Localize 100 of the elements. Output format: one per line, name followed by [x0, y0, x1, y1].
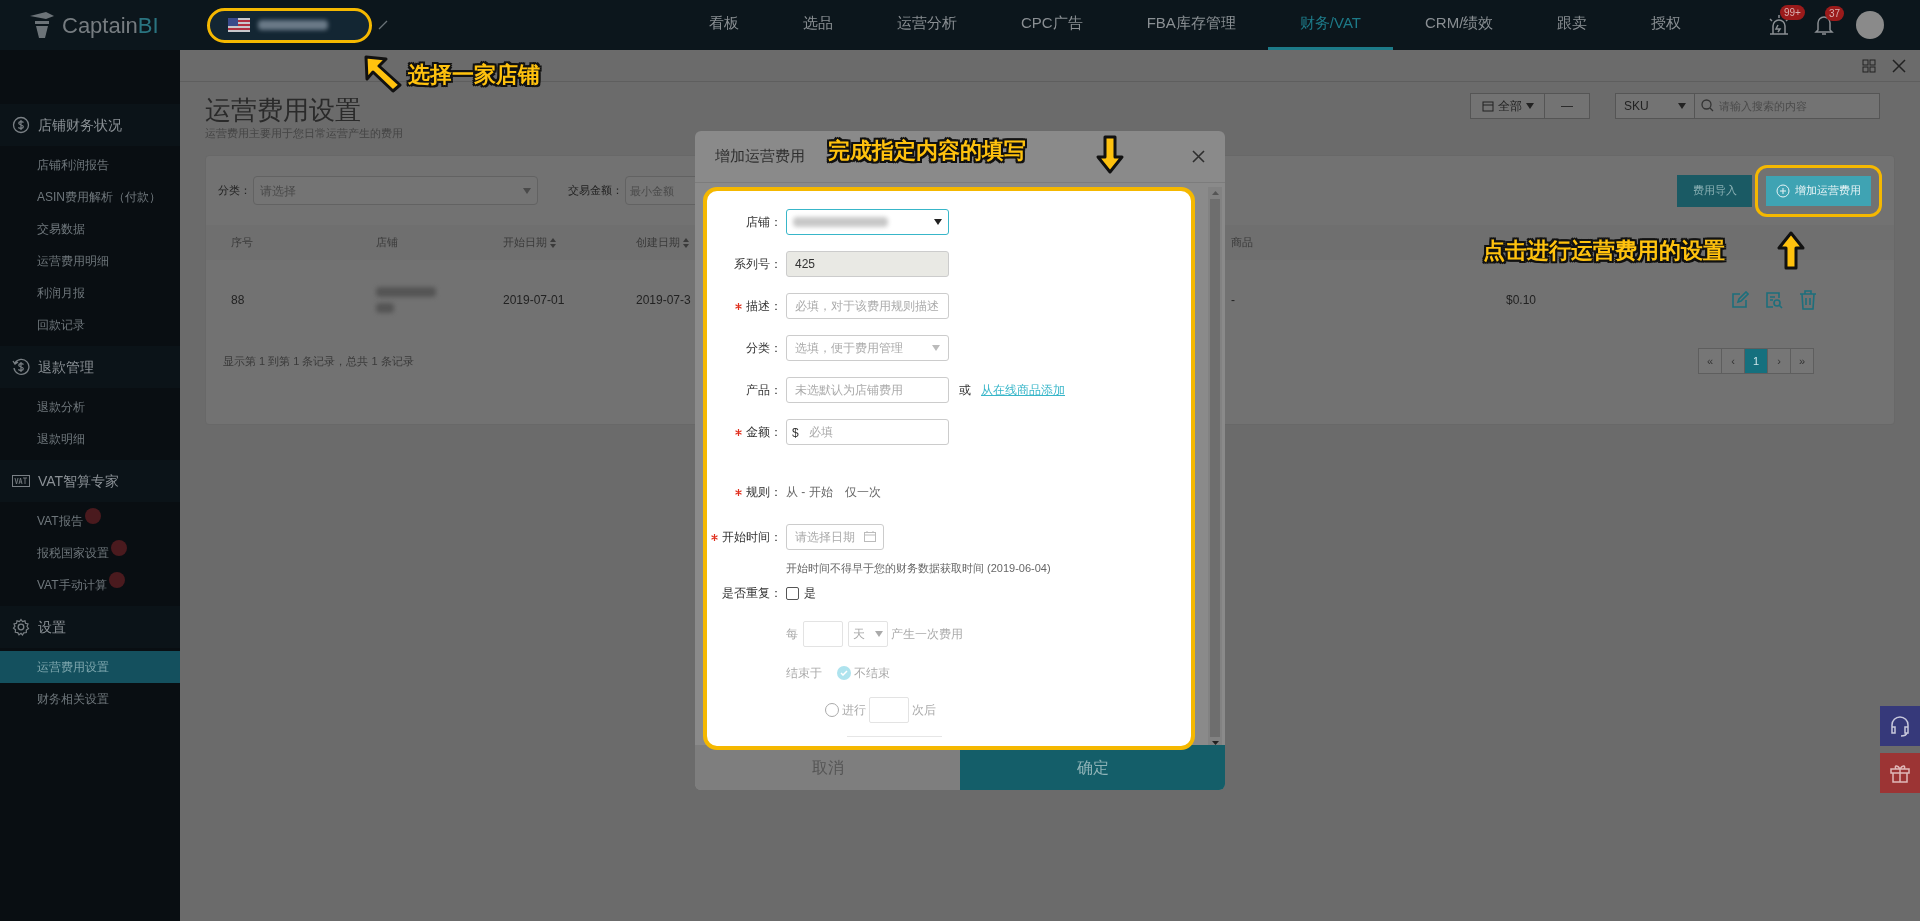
sidebar-item[interactable]: 报税国家设置 — [0, 537, 180, 569]
callout-text: 完成指定内容的填写 — [828, 137, 1026, 165]
sort-icon[interactable] — [550, 237, 556, 248]
repeat-label: 每 — [786, 626, 798, 643]
blurred-text — [376, 287, 436, 297]
unit-select[interactable]: 天 — [848, 621, 888, 647]
product-field[interactable]: 未选默认为店铺费用 — [786, 377, 949, 403]
store-select[interactable] — [786, 209, 949, 235]
pagination-button[interactable]: ‹ — [1721, 348, 1745, 374]
nav-tab[interactable]: 运营分析 — [865, 0, 989, 50]
sidebar-item[interactable]: 运营费用设置 — [0, 651, 180, 683]
chevron-icon[interactable] — [378, 20, 388, 30]
radio-button[interactable] — [837, 665, 851, 680]
sidebar-section-title[interactable]: 退款管理 — [38, 356, 94, 378]
sidebar-item[interactable]: 运营费用明细 — [0, 245, 180, 277]
store-selector[interactable] — [207, 7, 372, 43]
sidebar-item[interactable]: 交易数据 — [0, 213, 180, 245]
caret-icon — [523, 187, 531, 194]
nav-tab[interactable]: CRM/绩效 — [1393, 0, 1526, 50]
up-arrow-icon — [1775, 230, 1807, 270]
document-search-icon[interactable] — [1765, 291, 1783, 309]
field-label: 金额： — [746, 424, 782, 441]
radio-label: 不结束 — [854, 664, 890, 682]
add-from-products-link[interactable]: 从在线商品添加 — [981, 381, 1065, 399]
date-filter-button[interactable]: 全部 — [1470, 93, 1545, 119]
gift-button[interactable] — [1880, 753, 1920, 793]
page-title: 运营费用设置 — [205, 94, 362, 126]
nav-tab[interactable]: 授权 — [1619, 0, 1714, 50]
or-text: 或 — [959, 382, 971, 399]
serial-number-field: 425 — [786, 251, 949, 277]
close-icon[interactable] — [1892, 58, 1906, 73]
interval-field[interactable] — [803, 621, 843, 647]
pagination-button[interactable]: » — [1790, 348, 1814, 374]
scroll-up-icon[interactable] — [1211, 191, 1219, 195]
callout-text: 选择一家店铺 — [408, 61, 540, 89]
search-type-select[interactable]: SKU — [1615, 93, 1695, 119]
grid-icon[interactable] — [1862, 58, 1876, 73]
sidebar-section-title[interactable]: 设置 — [38, 616, 66, 638]
sidebar-item[interactable]: 回款记录 — [0, 309, 180, 341]
vat-icon — [12, 475, 30, 487]
currency-prefix: $ — [792, 425, 799, 442]
add-expense-button[interactable]: 增加运营费用 — [1766, 175, 1871, 206]
sidebar-item[interactable]: 财务相关设置 — [0, 683, 180, 715]
date-range-button[interactable]: — — [1545, 93, 1590, 119]
calendar-icon — [1481, 100, 1494, 112]
rule-text: 仅一次 — [844, 484, 881, 501]
blurred-text — [376, 303, 394, 313]
category-dropdown[interactable]: 选填，便于费用管理 — [786, 335, 949, 361]
table-cell: $0.10 — [1506, 293, 1537, 307]
sidebar-item[interactable]: VAT报告 — [0, 505, 180, 537]
sidebar-item[interactable]: 利润月报 — [0, 277, 180, 309]
import-button[interactable]: 费用导入 — [1677, 174, 1752, 207]
sidebar-item[interactable]: 店铺利润报告 — [0, 149, 180, 181]
edit-icon[interactable] — [1731, 291, 1749, 309]
field-label: 描述： — [746, 298, 782, 315]
sidebar-item[interactable]: 退款明细 — [0, 423, 180, 455]
settings-icon — [12, 618, 30, 636]
sidebar-item[interactable]: ASIN费用解析（付款） — [0, 181, 180, 213]
nav-tab[interactable]: FBA库存管理 — [1114, 0, 1268, 50]
field-label: 分类： — [746, 340, 782, 357]
support-button[interactable] — [1880, 706, 1920, 746]
logo-text: BI — [137, 11, 159, 40]
sidebar-item[interactable]: 退款分析 — [0, 391, 180, 423]
avatar[interactable] — [1856, 11, 1884, 39]
close-icon[interactable] — [1192, 150, 1205, 163]
logo-text: Captain — [62, 11, 138, 40]
pagination-button[interactable]: › — [1767, 348, 1791, 374]
callout-text: 点击进行运营费用的设置 — [1483, 237, 1725, 265]
rule-text: 从 - 开始 — [786, 484, 833, 501]
sort-icon[interactable] — [683, 237, 689, 248]
description-field[interactable]: 必填，对于该费用规则描述 — [786, 293, 949, 319]
checkbox-label: 是 — [804, 585, 816, 602]
field-label: 产品： — [746, 382, 782, 399]
nav-tab[interactable]: CPC广告 — [989, 0, 1115, 50]
nav-tab[interactable]: 跟卖 — [1525, 0, 1620, 50]
radio-label: 进行 — [842, 701, 866, 719]
caret-icon — [1678, 103, 1686, 109]
date-field[interactable]: 请选择日期 — [786, 524, 884, 550]
plus-icon — [1776, 183, 1790, 198]
caret-icon — [1525, 103, 1534, 109]
check-icon — [840, 669, 848, 676]
checkbox[interactable] — [786, 586, 799, 600]
field-label: 开始时间： — [722, 529, 782, 546]
radio-button[interactable] — [825, 702, 839, 717]
nav-tab[interactable]: 选品 — [771, 0, 865, 50]
nav-tab[interactable]: 财务/VAT — [1267, 0, 1393, 50]
field-label: 店铺： — [746, 214, 782, 231]
required-icon — [711, 533, 718, 541]
filter-label: 交易金额： — [568, 183, 623, 199]
blurred-text — [258, 20, 328, 30]
trash-icon[interactable] — [1799, 290, 1817, 310]
repeat-label: 产生一次费用 — [891, 626, 963, 643]
search-icon — [1701, 99, 1714, 112]
pagination-button[interactable]: 1 — [1744, 348, 1768, 374]
caret-icon — [932, 345, 940, 351]
nav-tab[interactable]: 看板 — [677, 0, 771, 50]
sidebar-item[interactable]: VAT手动计算 — [0, 569, 180, 601]
pagination-button[interactable]: « — [1698, 348, 1722, 374]
dollar-icon — [12, 116, 30, 134]
count-field[interactable] — [869, 696, 909, 723]
